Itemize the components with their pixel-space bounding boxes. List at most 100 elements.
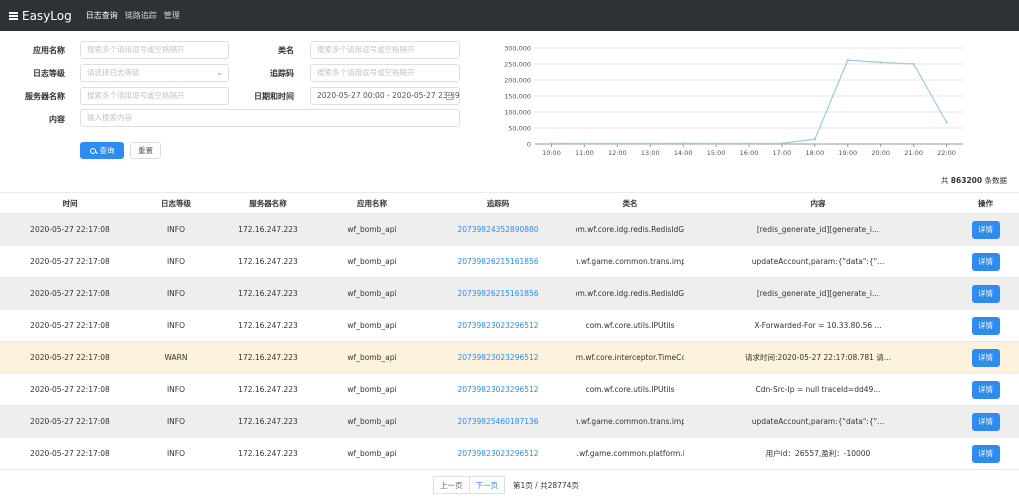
app-name-input[interactable]: 搜索多个请用逗号或空格隔开 <box>80 41 229 59</box>
cell-server: 172.16.247.223 <box>238 385 298 394</box>
y-tick-label: 0 <box>527 141 531 149</box>
cell-level: INFO <box>166 225 186 234</box>
cell-trace[interactable]: 20739826215161856 <box>420 246 576 277</box>
server-name-input[interactable]: 搜索多个请用逗号或空格隔开 <box>80 87 229 105</box>
detail-button[interactable]: 详情 <box>971 444 1000 463</box>
log-level-placeholder: 请选择日志等级 <box>87 68 140 77</box>
data-point <box>550 142 553 145</box>
cell-level: INFO <box>166 289 186 298</box>
cell-app: wf_bomb_api <box>347 385 397 394</box>
datetime-label: 日期和时间 <box>254 92 294 101</box>
table-row[interactable]: 2020-05-27 22:17:08 INFO 172.16.247.223 wf_… <box>0 278 1019 310</box>
cell-trace[interactable]: 20739823023296512 <box>420 374 576 405</box>
table-body: 2020-05-27 22:17:08 INFO 172.16.247.223 wf_… <box>0 214 1019 470</box>
table-row[interactable]: 2020-05-27 22:17:08 INFO 172.16.247.223 wf_… <box>0 214 1019 246</box>
nav-admin[interactable]: 管理 <box>164 10 180 21</box>
cell-content: 用户id：26557,盈利：-10000 <box>765 449 871 458</box>
query-button-label: 查询 <box>99 146 115 155</box>
cell-trace[interactable]: 20739823023296512 <box>420 310 576 341</box>
menu-icon[interactable] <box>9 11 18 20</box>
data-point <box>714 142 718 145</box>
detail-button[interactable]: 详情 <box>971 284 1000 303</box>
table-row[interactable]: 2020-05-27 22:17:08 INFO 172.16.247.223 wf_… <box>0 374 1019 406</box>
prev-page-button[interactable]: 上一页 <box>433 476 470 494</box>
cell-content: Cdn-Src-Ip = null traceId=dd49... <box>755 385 881 394</box>
cell-trace[interactable]: 20739824352890880 <box>420 214 576 245</box>
query-button[interactable]: 查询 <box>80 142 124 159</box>
datetime-range-picker[interactable]: 2020-05-27 00:00 - 2020-05-27 23:59 <box>310 87 460 105</box>
reset-button[interactable]: 重置 <box>130 142 161 159</box>
pagination: 上一页 下一页 第1页 / 共28774页 <box>433 476 579 494</box>
log-level-select[interactable]: 请选择日志等级 ⌄ <box>80 64 229 82</box>
cell-server: 172.16.247.223 <box>238 353 298 362</box>
data-point <box>846 58 849 62</box>
cell-app: wf_bomb_api <box>347 417 397 426</box>
cell-time: 2020-05-27 22:17:08 <box>30 225 110 234</box>
detail-button[interactable]: 详情 <box>971 316 1000 335</box>
x-tick-label: 21:00 <box>904 149 923 157</box>
col-server: 服务器名称 <box>249 198 287 208</box>
x-tick-label: 15:00 <box>707 149 726 157</box>
cell-app: wf_bomb_api <box>347 289 397 298</box>
cell-level: INFO <box>166 257 186 266</box>
y-tick-label: 200,000 <box>504 77 531 85</box>
data-point <box>813 138 817 141</box>
detail-button[interactable]: 详情 <box>971 412 1000 431</box>
cell-class: com.wf.core.utils.IPUtils <box>585 385 675 394</box>
table-header: 时间 日志等级 服务器名称 应用名称 追踪码 类名 内容 操作 <box>0 192 1019 214</box>
data-point <box>681 142 685 145</box>
chevron-down-icon: ⌄ <box>216 68 223 77</box>
cell-trace[interactable]: 20739823023296512 <box>420 342 576 373</box>
cell-action: 详情 <box>952 246 1019 277</box>
cell-class: com.wf.core.idg.redis.RedisIdG... <box>576 289 684 298</box>
search-icon <box>89 147 96 154</box>
y-tick-label: 300,000 <box>504 45 531 53</box>
trace-id-input[interactable]: 搜索多个请用逗号或空格隔开 <box>310 64 460 82</box>
cell-trace[interactable]: 20739826215161856 <box>420 278 576 309</box>
app-name-label: 应用名称 <box>33 46 65 55</box>
detail-button[interactable]: 详情 <box>971 348 1000 367</box>
nav-log-query[interactable]: 日志查询 <box>86 10 118 21</box>
table-row[interactable]: 2020-05-27 22:17:08 WARN 172.16.247.223 wf_… <box>0 342 1019 374</box>
col-trace: 追踪码 <box>486 198 510 208</box>
nav-trace[interactable]: 链路追踪 <box>125 10 157 21</box>
content-input[interactable]: 输入搜索内容 <box>80 109 460 127</box>
table-row[interactable]: 2020-05-27 22:17:08 INFO 172.16.247.223 wf_… <box>0 246 1019 278</box>
col-class: 类名 <box>622 198 638 208</box>
cell-action: 详情 <box>952 374 1019 405</box>
next-page-button[interactable]: 下一页 <box>468 476 505 494</box>
detail-button[interactable]: 详情 <box>971 220 1000 239</box>
cell-action: 详情 <box>952 438 1019 469</box>
cell-server: 172.16.247.223 <box>238 321 298 330</box>
y-tick-label: 100,000 <box>504 109 531 117</box>
class-name-label: 类名 <box>278 46 294 55</box>
app-title: EasyLog <box>22 8 72 23</box>
detail-button[interactable]: 详情 <box>971 252 1000 271</box>
table-row[interactable]: 2020-05-27 22:17:08 INFO 172.16.247.223 wf_… <box>0 438 1019 470</box>
cell-trace[interactable]: 20739823023296512 <box>420 438 576 469</box>
x-tick-label: 22:00 <box>937 149 956 157</box>
total-number: 863200 <box>950 176 983 185</box>
x-tick-label: 13:00 <box>641 149 660 157</box>
data-point <box>879 61 882 64</box>
y-tick-label: 150,000 <box>504 93 531 101</box>
cell-trace[interactable]: 20739825460187136 <box>420 406 576 437</box>
cell-app: wf_bomb_api <box>347 257 397 266</box>
data-point <box>945 121 948 124</box>
total-count: 共 863200 条数据 <box>941 175 1007 186</box>
class-name-input[interactable]: 搜索多个请用逗号或空格隔开 <box>310 41 460 59</box>
table-row[interactable]: 2020-05-27 22:17:08 INFO 172.16.247.223 wf_… <box>0 310 1019 342</box>
cell-time: 2020-05-27 22:17:08 <box>30 417 110 426</box>
data-point <box>747 142 751 145</box>
col-action: 操作 <box>978 198 993 208</box>
x-tick-label: 20:00 <box>871 149 890 157</box>
data-point <box>583 142 586 145</box>
detail-button[interactable]: 详情 <box>971 380 1000 399</box>
series-line <box>551 59 948 145</box>
total-suffix: 条数据 <box>984 176 1008 185</box>
y-tick-label: 50,000 <box>508 125 531 133</box>
cell-server: 172.16.247.223 <box>238 289 298 298</box>
x-tick-label: 19:00 <box>838 149 857 157</box>
table-row[interactable]: 2020-05-27 22:17:08 INFO 172.16.247.223 wf_… <box>0 406 1019 438</box>
app-logo[interactable]: EasyLog <box>9 9 72 23</box>
